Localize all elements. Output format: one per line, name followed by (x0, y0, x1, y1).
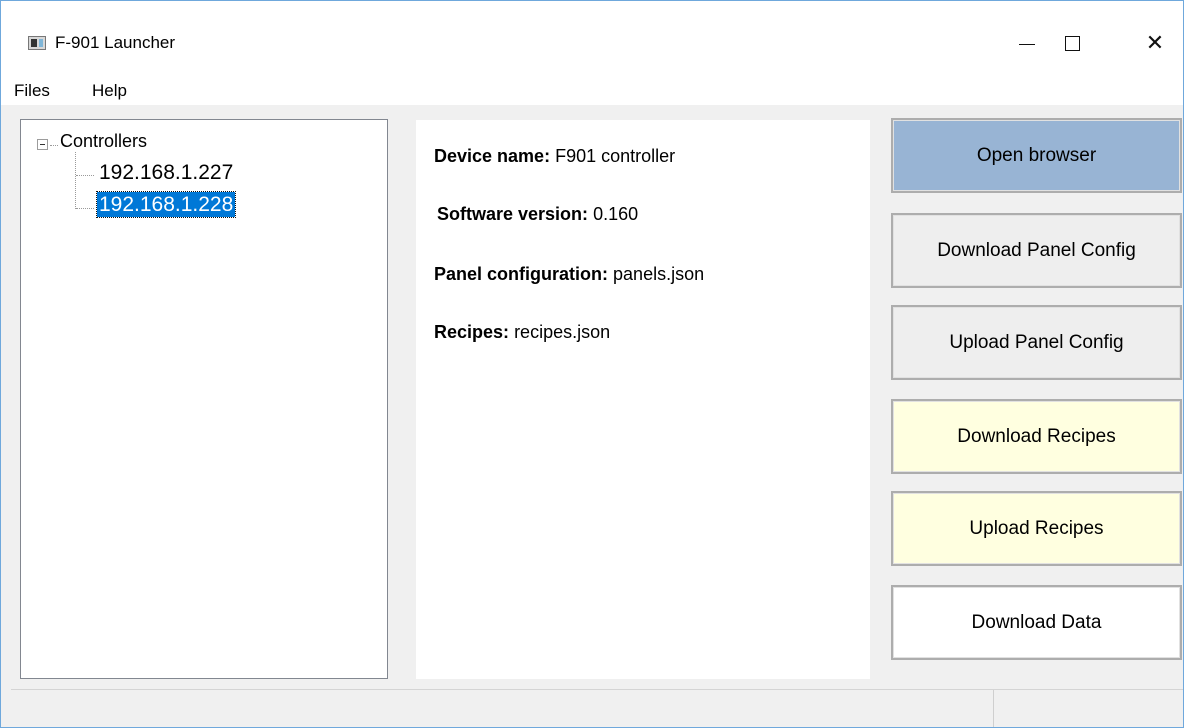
upload-panel-config-button[interactable]: Upload Panel Config (891, 305, 1182, 380)
menu-bar: Files Help (1, 75, 1183, 105)
software-version-row: Software version: 0.160 (437, 202, 638, 226)
tree-root-controllers[interactable]: Controllers (60, 129, 147, 153)
maximize-icon (1064, 35, 1080, 51)
upload-recipes-button[interactable]: Upload Recipes (891, 491, 1182, 566)
open-browser-label: Open browser (894, 121, 1179, 190)
minimize-icon (1019, 43, 1035, 45)
software-version-value: 0.160 (593, 204, 639, 224)
device-details-panel: Device name: F901 controller Software ve… (416, 120, 870, 679)
close-icon: ✕ (1145, 30, 1165, 55)
controllers-tree[interactable]: Controllers 192.168.1.227 192.168.1.228 (20, 119, 388, 679)
title-bar: F-901 Launcher ✕ (1, 1, 1183, 75)
tree-node-192-168-1-227[interactable]: 192.168.1.227 (97, 160, 235, 185)
close-button[interactable]: ✕ (1132, 23, 1178, 63)
upload-panel-config-label: Upload Panel Config (894, 308, 1179, 377)
maximize-button[interactable] (1049, 23, 1095, 63)
tree-node-192-168-1-228[interactable]: 192.168.1.228 (95, 191, 237, 218)
tree-connector (50, 145, 58, 146)
menu-files[interactable]: Files (14, 81, 50, 101)
device-name-label: Device name: (434, 146, 551, 166)
download-panel-config-label: Download Panel Config (894, 216, 1179, 285)
panel-configuration-label: Panel configuration: (434, 264, 609, 284)
download-data-button[interactable]: Download Data (891, 585, 1182, 660)
minimize-button[interactable] (1004, 23, 1050, 63)
panel-configuration-value: panels.json (613, 264, 705, 284)
app-window-icon (28, 36, 46, 50)
download-panel-config-button[interactable]: Download Panel Config (891, 213, 1182, 288)
download-data-label: Download Data (894, 588, 1179, 657)
upload-recipes-label: Upload Recipes (894, 494, 1179, 563)
recipes-label: Recipes: (434, 322, 510, 342)
collapse-toggle-icon[interactable] (37, 139, 48, 150)
device-name-value: F901 controller (555, 146, 676, 166)
tree-connector (76, 175, 94, 176)
app-window: F-901 Launcher ✕ Files Help Controllers … (0, 0, 1184, 728)
tree-connector (75, 152, 76, 209)
panel-configuration-row: Panel configuration: panels.json (434, 262, 704, 286)
window-title: F-901 Launcher (55, 33, 176, 52)
recipes-row: Recipes: recipes.json (434, 320, 610, 344)
open-browser-button[interactable]: Open browser (891, 118, 1182, 193)
status-bar (11, 689, 1183, 727)
recipes-value: recipes.json (514, 322, 611, 342)
tree-connector (76, 208, 94, 209)
software-version-label: Software version: (437, 204, 589, 224)
menu-help[interactable]: Help (92, 81, 127, 101)
device-name-row: Device name: F901 controller (434, 144, 675, 168)
status-text-secondary (995, 690, 1183, 727)
status-text-main (11, 690, 994, 727)
download-recipes-label: Download Recipes (894, 402, 1179, 471)
download-recipes-button[interactable]: Download Recipes (891, 399, 1182, 474)
